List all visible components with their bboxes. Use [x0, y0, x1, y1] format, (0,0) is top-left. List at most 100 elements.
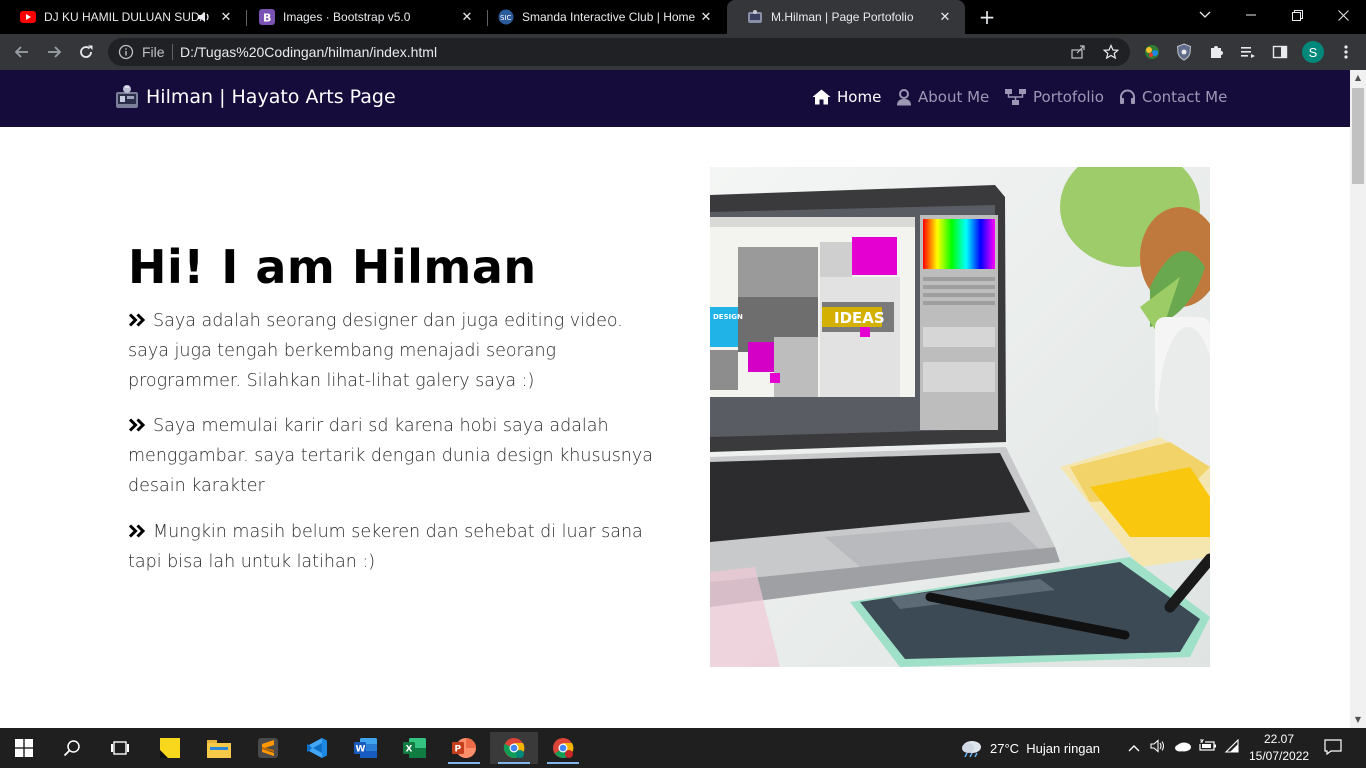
- sublime-text-app[interactable]: [244, 732, 292, 764]
- close-window-button[interactable]: [1320, 0, 1366, 30]
- close-tab-icon[interactable]: ✕: [218, 9, 234, 25]
- paragraph-text: Saya memulai karir dari sd karena hobi s…: [128, 416, 653, 496]
- task-view-icon: [111, 741, 129, 755]
- brand-logo-icon: [116, 85, 138, 108]
- back-button[interactable]: [8, 38, 36, 66]
- chrome-app-profile-2[interactable]: [539, 732, 587, 764]
- svg-text:B: B: [263, 12, 271, 25]
- laptop-illustration: IDEAS DESIGN: [710, 167, 1210, 667]
- browser-tab-bootstrap[interactable]: B Images · Bootstrap v5.0 ✕: [239, 0, 487, 34]
- search-button[interactable]: [48, 732, 96, 764]
- chrome-app-active[interactable]: [490, 732, 538, 764]
- task-view-button[interactable]: [96, 732, 144, 764]
- extension-colorful-icon[interactable]: [1142, 42, 1162, 62]
- page-scrollbar[interactable]: ▲ ▼: [1350, 70, 1366, 728]
- svg-text:X: X: [406, 745, 413, 755]
- weather-widget[interactable]: 27°C Hujan ringan: [960, 732, 1116, 764]
- close-tab-icon[interactable]: ✕: [698, 9, 714, 25]
- shield-icon[interactable]: [1174, 42, 1194, 62]
- chrome-icon: [553, 738, 574, 758]
- nav-home[interactable]: Home: [812, 88, 881, 106]
- intro-paragraph: Saya adalah seorang designer dan juga ed…: [128, 306, 658, 396]
- file-explorer-app[interactable]: [195, 732, 243, 764]
- restore-button[interactable]: [1274, 0, 1320, 30]
- scrollbar-thumb[interactable]: [1352, 88, 1364, 184]
- browser-tab-smanda[interactable]: SIC Smanda Interactive Club | Home ✕: [478, 0, 726, 34]
- more-menu-icon[interactable]: [1336, 42, 1356, 62]
- bookmark-star-icon[interactable]: [1101, 42, 1121, 62]
- word-app[interactable]: W: [342, 732, 390, 764]
- smanda-icon: SIC: [498, 9, 514, 25]
- reading-list-icon[interactable]: [1238, 42, 1258, 62]
- clock-date[interactable]: 15/07/2022: [1249, 749, 1309, 763]
- career-paragraph: Saya memulai karir dari sd karena hobi s…: [128, 411, 658, 501]
- svg-text:W: W: [356, 745, 366, 755]
- browser-tab-youtube[interactable]: DJ KU HAMIL DULUAN SUDA ✕: [0, 0, 246, 34]
- vscode-app[interactable]: [293, 732, 341, 764]
- volume-icon[interactable]: [1150, 739, 1166, 756]
- svg-text:SIC: SIC: [500, 14, 512, 22]
- tab-search-button[interactable]: [1182, 0, 1228, 30]
- nav-portofolio[interactable]: Portofolio: [1005, 88, 1104, 106]
- youtube-icon: [20, 9, 36, 25]
- info-icon[interactable]: [118, 44, 134, 60]
- new-tab-button[interactable]: +: [976, 6, 998, 28]
- tab-title: M.Hilman | Page Portofolio: [771, 10, 914, 24]
- tab-title: Smanda Interactive Club | Home: [522, 10, 696, 24]
- hilman-favicon: [747, 9, 763, 25]
- share-icon[interactable]: [1068, 42, 1088, 62]
- bootstrap-icon: B: [259, 9, 275, 25]
- excel-icon: X: [403, 738, 426, 758]
- double-chevron-right-icon: [128, 524, 146, 538]
- windows-taskbar: W X P 27°C Hujan ringan 22.07 15/07/2022: [0, 728, 1366, 768]
- battery-icon[interactable]: [1199, 739, 1217, 756]
- browser-tab-portfolio[interactable]: M.Hilman | Page Portofolio ✕: [727, 0, 965, 34]
- rain-cloud-icon: [962, 741, 981, 757]
- sticky-notes-icon: [160, 738, 180, 758]
- start-button[interactable]: [0, 732, 48, 764]
- hero-laptop-image: IDEAS DESIGN: [710, 167, 1210, 667]
- brand-text: Hilman | Hayato Arts Page: [146, 86, 396, 108]
- url-text[interactable]: D:/Tugas%20Codingan/hilman/index.html: [180, 44, 437, 60]
- tab-title: Images · Bootstrap v5.0: [283, 10, 411, 24]
- side-panel-icon[interactable]: [1270, 42, 1290, 62]
- wifi-icon[interactable]: [1224, 738, 1240, 756]
- nav-contact[interactable]: Contact Me: [1119, 88, 1227, 106]
- nav-label: About Me: [918, 88, 990, 106]
- scroll-down-arrow-icon[interactable]: ▼: [1350, 712, 1366, 728]
- nav-about[interactable]: About Me: [896, 88, 989, 106]
- forward-button[interactable]: [40, 38, 68, 66]
- nav-label: Portofolio: [1033, 88, 1104, 106]
- chrome-icon: [503, 738, 525, 758]
- brand-link[interactable]: Hilman | Hayato Arts Page: [114, 84, 396, 110]
- close-tab-icon[interactable]: ✕: [459, 9, 475, 25]
- close-tab-icon[interactable]: ✕: [937, 9, 953, 25]
- clock-time[interactable]: 22.07: [1264, 732, 1294, 746]
- running-indicator: [498, 762, 530, 764]
- site-navbar: Hilman | Hayato Arts Page Home About Me …: [0, 70, 1350, 127]
- reload-icon: [80, 45, 93, 58]
- puzzle-icon[interactable]: [1206, 42, 1226, 62]
- powerpoint-icon: P: [452, 738, 476, 758]
- powerpoint-app[interactable]: P: [440, 732, 488, 764]
- show-hidden-icons-icon[interactable]: [1128, 740, 1140, 755]
- excel-app[interactable]: X: [391, 732, 439, 764]
- nav-label: Contact Me: [1142, 88, 1228, 106]
- running-indicator: [448, 762, 480, 764]
- reload-button[interactable]: [72, 38, 100, 66]
- onedrive-icon[interactable]: [1174, 740, 1192, 755]
- scroll-up-arrow-icon[interactable]: ▲: [1350, 70, 1366, 86]
- paragraph-text: Mungkin masih belum sekeren dan sehebat …: [128, 522, 643, 572]
- laptop-screen-text: IDEAS: [834, 309, 885, 327]
- browser-toolbar: File D:/Tugas%20Codingan/hilman/index.ht…: [0, 34, 1366, 70]
- address-bar[interactable]: File D:/Tugas%20Codingan/hilman/index.ht…: [108, 38, 1130, 66]
- home-icon: [812, 89, 831, 105]
- minimize-button[interactable]: [1228, 0, 1274, 30]
- speaker-icon[interactable]: [196, 9, 212, 25]
- browser-tab-strip: DJ KU HAMIL DULUAN SUDA ✕ B Images · Boo…: [0, 0, 1366, 34]
- address-divider: [172, 44, 173, 60]
- close-icon: [1337, 9, 1349, 21]
- sticky-notes-app[interactable]: [146, 732, 194, 764]
- notifications-icon[interactable]: [1324, 739, 1342, 758]
- profile-avatar[interactable]: S: [1302, 41, 1324, 63]
